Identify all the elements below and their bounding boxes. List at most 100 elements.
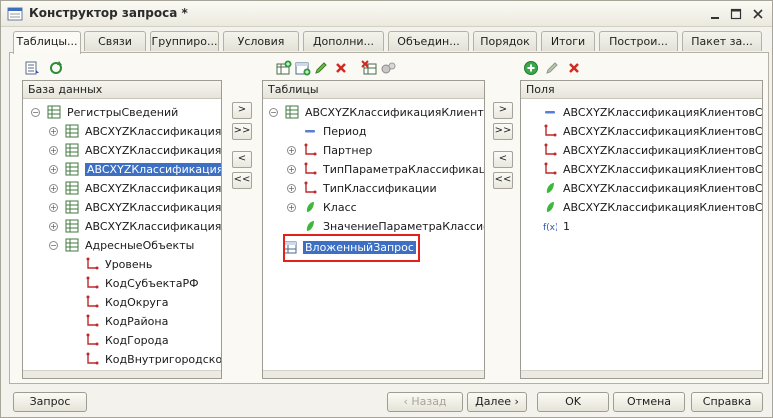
tree-node-table[interactable]: + ABCXYZКлассификацияНо [49, 179, 222, 197]
expand-icon[interactable]: + [287, 145, 296, 155]
add-field-all-button[interactable]: >> [493, 123, 513, 140]
tab-unions[interactable]: Объедин... [388, 31, 469, 51]
add-subquery-icon[interactable] [295, 60, 311, 76]
expression-icon: f(x) [543, 219, 557, 233]
edit-field-icon[interactable] [544, 60, 560, 76]
add-all-button[interactable]: >> [232, 123, 252, 140]
collapse-icon[interactable]: − [31, 107, 40, 117]
tree-label: ABCXYZКлассификацияКл [85, 162, 221, 176]
expand-icon[interactable]: + [49, 183, 58, 193]
database-tree-panel[interactable]: База данных − РегистрыСведений + ABCXYZК… [22, 80, 222, 379]
tables-tab-page: База данных − РегистрыСведений + ABCXYZК… [9, 52, 769, 384]
tables-field[interactable]: + Партнер [287, 141, 372, 159]
field-row[interactable]: ABCXYZКлассификацияКлиентовСре [543, 160, 762, 178]
tree-label: ЗначениеПараметраКлассиф [323, 219, 485, 233]
horizontal-scrollbar[interactable] [263, 370, 484, 378]
edit-pencil-icon[interactable] [313, 60, 329, 76]
field-row[interactable]: ABCXYZКлассификацияКлиентовСре [543, 141, 762, 159]
maximize-icon[interactable] [728, 6, 744, 22]
tree-label: ABCXYZКлассификацияНо [85, 181, 222, 195]
collapse-icon[interactable]: − [49, 240, 58, 250]
expand-icon[interactable]: + [287, 164, 296, 174]
expand-icon[interactable]: + [49, 202, 58, 212]
horizontal-scrollbar[interactable] [521, 370, 762, 378]
field-row[interactable]: ABCXYZКлассификацияКлиентовСре [543, 122, 762, 140]
tab-grouping[interactable]: Группиро... [150, 31, 219, 51]
tab-links[interactable]: Связи [84, 31, 146, 51]
svg-text:f(x): f(x) [543, 223, 557, 233]
expand-icon[interactable]: + [287, 183, 296, 193]
tree-node-table[interactable]: + ABCXYZКлассификацияКл [49, 122, 221, 140]
tree-field[interactable]: КодВнутригородскогоР [85, 350, 221, 368]
tree-node-table[interactable]: + ABCXYZКлассификацияНо [49, 198, 221, 216]
settings-gear-icon[interactable] [380, 60, 396, 76]
add-field-selected-button[interactable]: > [493, 102, 513, 119]
delete-icon[interactable] [333, 60, 349, 76]
query-button[interactable]: Запрос [13, 392, 87, 412]
tree-label: Период [323, 124, 367, 138]
tree-label: КодОкруга [105, 295, 169, 309]
replace-table-icon[interactable] [361, 60, 377, 76]
tree-label: Класс [323, 200, 357, 214]
expand-icon[interactable]: + [287, 202, 296, 212]
fields-panel[interactable]: Поля ABCXYZКлассификацияКлиентовСре ABCX… [520, 80, 763, 379]
expand-icon[interactable]: + [49, 145, 58, 155]
tables-node-main[interactable]: − ABCXYZКлассификацияКлиенто [269, 103, 484, 121]
tree-label: Уровень [105, 257, 153, 271]
close-icon[interactable] [750, 6, 766, 22]
tables-panel[interactable]: Таблицы − ABCXYZКлассификацияКлиенто Пер… [262, 80, 485, 379]
remove-field-selected-button[interactable]: < [493, 151, 513, 168]
collapse-icon[interactable]: − [269, 107, 278, 117]
tree-node-address[interactable]: − АдресныеОбъекты [49, 236, 194, 254]
list-view-icon[interactable] [24, 60, 40, 76]
tree-node-registers[interactable]: − РегистрыСведений [31, 103, 178, 121]
ok-button[interactable]: OK [537, 392, 609, 412]
add-selected-button[interactable]: > [232, 102, 252, 119]
remove-field-all-button[interactable]: << [493, 172, 513, 189]
title-bar[interactable]: Конструктор запроса * [1, 1, 772, 27]
tree-field[interactable]: КодСубъектаРФ [85, 274, 199, 292]
tree-field[interactable]: КодГорода [85, 331, 169, 349]
tree-field[interactable]: КодОкруга [85, 293, 168, 311]
tables-field[interactable]: + ТипКлассификации [287, 179, 437, 197]
refresh-icon[interactable] [48, 60, 64, 76]
remove-selected-button[interactable]: < [232, 151, 252, 168]
add-field-icon[interactable] [523, 60, 539, 76]
resource-icon [543, 181, 557, 195]
expand-icon[interactable]: + [49, 126, 58, 136]
tree-label: РегистрыСведений [67, 105, 179, 119]
expand-icon[interactable]: + [49, 221, 58, 231]
tables-field[interactable]: Период [303, 122, 367, 140]
delete-field-icon[interactable] [566, 60, 582, 76]
tables-field[interactable]: + Класс [287, 198, 357, 216]
back-button[interactable]: ‹ Назад [387, 392, 463, 412]
minimize-icon[interactable] [707, 6, 723, 22]
tree-node-table-selected[interactable]: + ABCXYZКлассификацияКл [49, 160, 221, 178]
tree-field[interactable]: КодРайона [85, 312, 168, 330]
field-row[interactable]: ABCXYZКлассификацияКлиентовСре [543, 179, 762, 197]
horizontal-scrollbar[interactable] [23, 370, 221, 378]
add-table-icon[interactable] [276, 60, 292, 76]
tree-field[interactable]: Уровень [85, 255, 152, 273]
help-button[interactable]: Справка [691, 392, 763, 412]
field-row[interactable]: ABCXYZКлассификацияКлиентовСре [543, 103, 762, 121]
tab-tables[interactable]: Таблицы... [13, 31, 81, 54]
tab-builder[interactable]: Построи... [599, 31, 678, 51]
tables-field[interactable]: ЗначениеПараметраКлассиф [303, 217, 485, 235]
field-row[interactable]: ABCXYZКлассификацияКлиентовСре [543, 198, 762, 216]
table-icon [65, 143, 79, 157]
cancel-button[interactable]: Отмена [613, 392, 685, 412]
tree-node-table[interactable]: + ABCXYZКлассификацияКл [49, 141, 221, 159]
tree-node-table[interactable]: + ABCXYZКлассификацияНо [49, 217, 221, 235]
tab-batch[interactable]: Пакет за... [682, 31, 762, 51]
tab-totals[interactable]: Итоги [541, 31, 595, 51]
expand-icon[interactable]: + [49, 164, 58, 174]
field-row[interactable]: f(x) 1 [543, 217, 570, 235]
tab-conditions[interactable]: Условия [223, 31, 299, 51]
next-button[interactable]: Далее › [467, 392, 527, 412]
tab-additional[interactable]: Дополни... [303, 31, 384, 51]
tree-label: АдресныеОбъекты [85, 238, 195, 252]
tables-field[interactable]: + ТипПараметраКлассификац [287, 160, 484, 178]
tab-order[interactable]: Порядок [473, 31, 537, 51]
remove-all-button[interactable]: << [232, 172, 252, 189]
